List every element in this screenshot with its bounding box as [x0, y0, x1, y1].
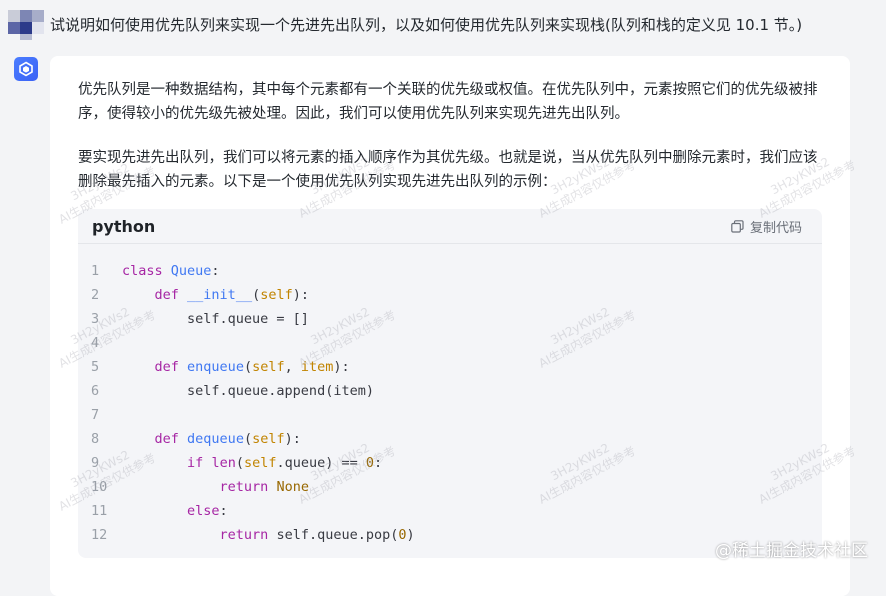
code-text: def dequeue(self): — [154, 431, 301, 447]
code-line: 12 return self.queue.pop(0) — [78, 523, 822, 547]
code-line: 11 else: — [78, 499, 822, 523]
code-line: 2 def __init__(self): — [78, 283, 822, 307]
answer-paragraph: 要实现先进先出队列，我们可以将元素的插入顺序作为其优先级。也就是说，当从优先队列… — [78, 150, 818, 190]
line-number: 12 — [91, 527, 108, 543]
code-text: def __init__(self): — [154, 287, 309, 303]
code-line: 1 class Queue: — [78, 259, 822, 283]
code-text: return self.queue.pop(0) — [219, 527, 415, 543]
assistant-answer-card: 优先队列是一种数据结构，其中每个元素都有一个关联的优先级或权值。在优先队列中，元… — [50, 56, 858, 596]
code-text: self.queue.append(item) — [122, 383, 374, 399]
user-avatar[interactable] — [8, 4, 46, 40]
line-number: 6 — [91, 383, 100, 399]
code-text: def enqueue(self, item): — [154, 359, 350, 375]
line-number: 11 — [91, 503, 108, 519]
code-text: if len(self.queue) == 0: — [187, 455, 383, 471]
code-text: else: — [187, 503, 228, 519]
answer-paragraph: 优先队列是一种数据结构，其中每个元素都有一个关联的优先级或权值。在优先队列中，元… — [78, 82, 818, 122]
user-question-text: 试说明如何使用优先队列来实现一个先进先出队列，以及如何使用优先队列来实现栈(队列… — [50, 16, 803, 34]
code-text: return None — [219, 479, 309, 495]
line-number: 7 — [91, 407, 100, 423]
line-number: 5 — [91, 359, 100, 375]
copy-code-button[interactable]: 复制代码 — [731, 217, 802, 236]
code-line: 3 self.queue = [] — [78, 307, 822, 331]
code-line: 5 def enqueue(self, item): — [78, 355, 822, 379]
copy-icon — [731, 219, 744, 233]
code-line: 4 — [78, 331, 822, 355]
code-text: class Queue: — [122, 263, 220, 279]
code-line: 8 def dequeue(self): — [78, 427, 822, 451]
copy-code-label: 复制代码 — [749, 220, 802, 236]
code-line: 10 return None — [78, 475, 822, 499]
user-message-row: 试说明如何使用优先队列来实现一个先进先出队列，以及如何使用优先队列来实现栈(队列… — [0, 0, 886, 52]
line-number: 1 — [91, 263, 100, 279]
site-watermark: @稀土掘金技术社区 — [715, 541, 868, 561]
code-line: 9 if len(self.queue) == 0: — [78, 451, 822, 475]
line-number: 8 — [91, 431, 100, 447]
line-number: 4 — [91, 335, 100, 351]
line-number: 2 — [91, 287, 100, 303]
assistant-logo-icon — [14, 57, 38, 81]
code-language-label: python — [92, 216, 156, 236]
code-line: 6 self.queue.append(item) — [78, 379, 822, 403]
code-block-header: python 复制代码 — [78, 209, 822, 244]
line-number: 10 — [91, 479, 108, 495]
line-number: 9 — [91, 455, 100, 471]
code-line: 7 — [78, 403, 822, 427]
code-content: 1 class Queue: 2 def __init__(self): 3 self… — [78, 244, 822, 547]
line-number: 3 — [91, 311, 100, 327]
code-block: python 复制代码 1 class Queue: 2 def __init__(… — [78, 209, 822, 558]
code-text: self.queue = [] — [122, 311, 309, 327]
